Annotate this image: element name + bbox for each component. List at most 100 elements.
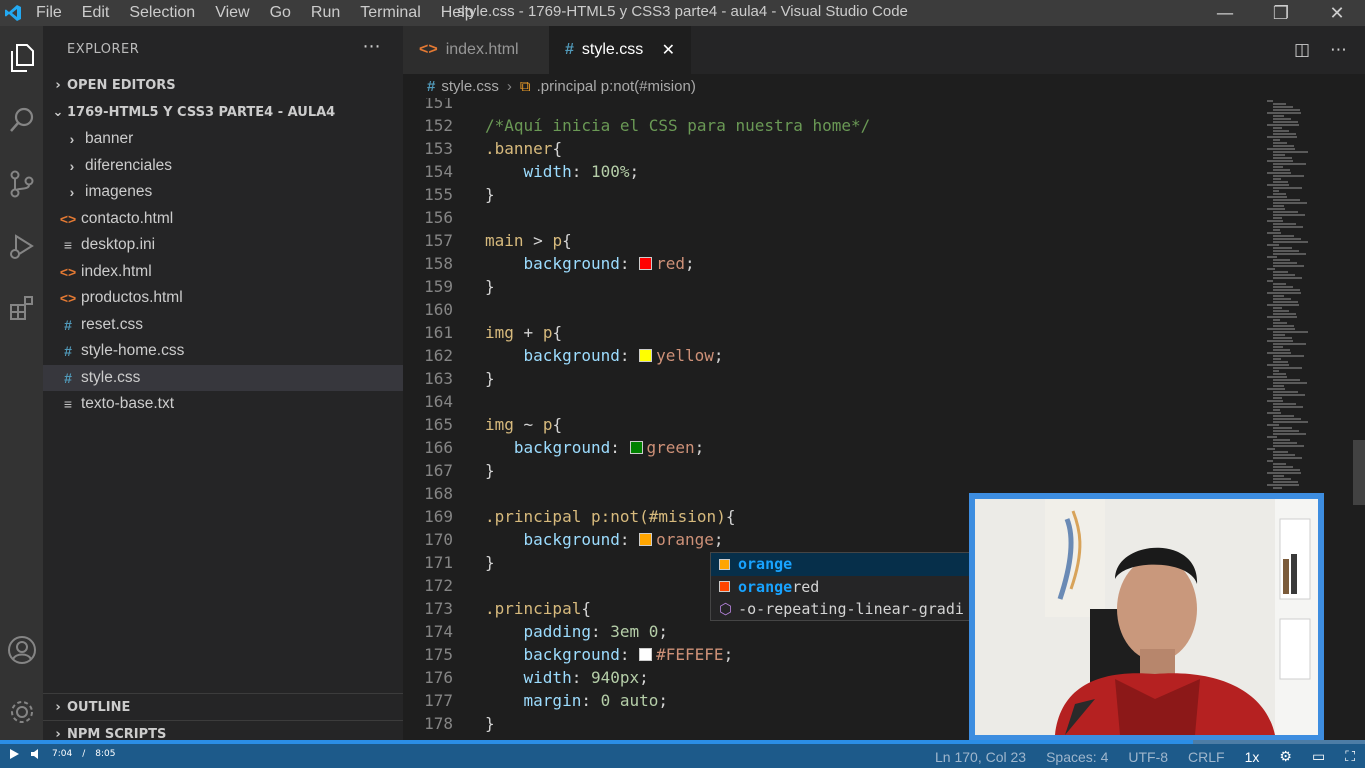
suggestion-item[interactable]: ⬡ -o-repeating-linear-gradi	[711, 598, 971, 621]
selector-symbol-icon: ⧉	[519, 77, 531, 95]
eol-status[interactable]: CRLF	[1188, 749, 1225, 765]
outline-section[interactable]: › OUTLINE	[43, 694, 403, 721]
code-token: green	[646, 438, 695, 457]
tab-style-css[interactable]: # style.css ✕	[549, 26, 691, 74]
line-number: 165	[424, 415, 453, 434]
tree-item[interactable]: <> index.html	[43, 259, 403, 286]
code-token: red	[656, 254, 686, 273]
editor-scrollbar[interactable]	[1353, 98, 1365, 740]
suggestion-item[interactable]: orange red	[711, 576, 971, 599]
tree-item[interactable]: # reset.css	[43, 312, 403, 339]
menu-help[interactable]: Help	[431, 4, 484, 22]
minimap-line	[1267, 244, 1279, 246]
extensions-icon[interactable]	[0, 284, 43, 332]
tree-item[interactable]: # style.css	[43, 364, 403, 391]
line-number: 163	[424, 369, 453, 388]
tree-item[interactable]: # style-home.css	[43, 338, 403, 365]
code-punct: {	[581, 599, 591, 618]
code-line: 159}	[403, 275, 1263, 298]
tree-item[interactable]: › diferenciales	[43, 153, 403, 180]
tree-item[interactable]: <> productos.html	[43, 285, 403, 312]
menu-file[interactable]: File	[26, 4, 72, 22]
minimap-line	[1273, 418, 1301, 420]
volume-icon[interactable]	[30, 748, 42, 760]
minimap-line	[1273, 163, 1306, 165]
tree-item-label: imagenes	[85, 183, 153, 201]
account-icon[interactable]	[0, 626, 43, 674]
minimap-line	[1273, 181, 1288, 183]
tree-item[interactable]: <> contacto.html	[43, 206, 403, 233]
tree-item[interactable]: › banner	[43, 126, 403, 153]
explorer-icon[interactable]	[0, 34, 43, 82]
indentation-status[interactable]: Spaces: 4	[1046, 749, 1108, 765]
tree-item[interactable]: ≡ texto-base.txt	[43, 391, 403, 418]
menu-edit[interactable]: Edit	[72, 4, 120, 22]
minimap-line	[1267, 136, 1297, 138]
video-progress-bar[interactable]	[0, 740, 1365, 744]
menu-selection[interactable]: Selection	[119, 4, 205, 22]
minimap-line	[1267, 304, 1299, 306]
menu-bar: File Edit Selection View Go Run Terminal…	[26, 0, 484, 26]
code-punct: }	[485, 277, 495, 296]
code-token: .banner	[485, 139, 553, 158]
code-line: 167}	[403, 459, 1263, 482]
minimap-line	[1273, 439, 1290, 441]
cursor-position[interactable]: Ln 170, Col 23	[935, 749, 1026, 765]
code-token: 3em 0	[610, 622, 659, 641]
open-editors-section[interactable]: › OPEN EDITORS	[43, 72, 403, 99]
menu-go[interactable]: Go	[260, 4, 301, 22]
minimap-line	[1273, 367, 1302, 369]
more-actions-icon[interactable]: ⋯	[363, 36, 382, 57]
tab-index-html[interactable]: <> index.html	[403, 26, 549, 74]
code-line: 157 main > p{	[403, 229, 1263, 252]
line-number: 154	[424, 162, 453, 181]
menu-run[interactable]: Run	[301, 4, 350, 22]
line-number: 176	[424, 668, 453, 687]
suggestion-item[interactable]: orange	[711, 553, 971, 576]
fullscreen-icon[interactable]: ⛶	[1345, 748, 1355, 765]
captions-icon[interactable]: ▭	[1312, 748, 1325, 765]
project-folder-section[interactable]: ⌄ 1769-HTML5 Y CSS3 PARTE4 - AULA4	[43, 99, 403, 126]
tree-item[interactable]: ≡ desktop.ini	[43, 232, 403, 259]
minimize-button[interactable]: —	[1197, 0, 1253, 26]
minimap-line	[1267, 280, 1273, 282]
autocomplete-widget: orange orange red ⬡ -o-repeating-linear-…	[710, 552, 972, 621]
minimap-line	[1267, 112, 1301, 114]
breadcrumb-file[interactable]: style.css	[441, 78, 499, 95]
menu-terminal[interactable]: Terminal	[350, 4, 430, 22]
code-content: }	[485, 553, 495, 572]
code-punct: }	[485, 185, 495, 204]
minimap-line	[1267, 424, 1279, 426]
minimap-line	[1273, 211, 1298, 213]
settings-gear-icon[interactable]: ⚙	[1279, 748, 1292, 765]
minimap-line	[1273, 334, 1285, 336]
scrollbar-thumb[interactable]	[1353, 440, 1365, 505]
more-actions-icon[interactable]: ⋯	[1330, 40, 1347, 60]
outline-divider: › OUTLINE	[43, 693, 403, 721]
playback-speed[interactable]: 1x	[1245, 749, 1260, 765]
settings-gear-icon[interactable]	[0, 688, 43, 736]
code-punct: :	[590, 622, 611, 641]
webcam-overlay	[969, 493, 1324, 741]
minimap-line	[1267, 436, 1277, 438]
close-window-button[interactable]: ✕	[1309, 0, 1365, 26]
css-file-icon: #	[427, 77, 436, 95]
line-number: 168	[424, 484, 453, 503]
file-tree: › banner › diferenciales › imagenes <> contacto…	[43, 126, 403, 418]
restore-button[interactable]: ❐	[1253, 0, 1309, 26]
menu-view[interactable]: View	[205, 4, 259, 22]
tree-item[interactable]: › imagenes	[43, 179, 403, 206]
close-tab-icon[interactable]: ✕	[662, 40, 675, 60]
encoding-status[interactable]: UTF-8	[1128, 749, 1168, 765]
minimap-line	[1273, 478, 1291, 480]
code-punct: ~	[513, 415, 543, 434]
breadcrumb-symbol[interactable]: .principal p:not(#mision)	[537, 78, 696, 95]
line-number: 162	[424, 346, 453, 365]
minimap-line	[1273, 430, 1299, 432]
split-editor-icon[interactable]: ◫	[1294, 40, 1310, 60]
play-icon[interactable]	[8, 748, 20, 760]
source-control-icon[interactable]	[0, 160, 43, 208]
minimap-line	[1273, 319, 1280, 321]
run-debug-icon[interactable]	[0, 222, 43, 270]
search-icon[interactable]	[0, 96, 43, 144]
